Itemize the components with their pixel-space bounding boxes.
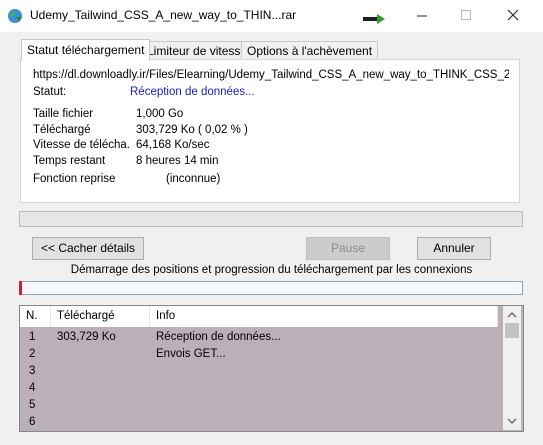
scrollbar-thumb[interactable] xyxy=(505,323,519,338)
cancel-button[interactable]: Annuler xyxy=(417,237,491,260)
tab-speed-limiter[interactable]: Limiteur de vitesse xyxy=(141,41,254,60)
speed-label: Vitesse de télécha. xyxy=(33,139,130,151)
globe-download-icon xyxy=(7,8,23,24)
close-button[interactable] xyxy=(496,4,530,28)
list-item[interactable]: 1 303,729 Ko Réception de données... xyxy=(20,330,498,347)
maximize-button[interactable] xyxy=(448,4,482,28)
downloaded-value: 303,729 Ko ( 0,02 % ) xyxy=(136,124,248,136)
row-info: Réception de données... xyxy=(156,331,281,343)
list-item[interactable]: 6 xyxy=(20,415,498,432)
connections-label: Démarrage des positions et progression d… xyxy=(70,264,473,276)
list-item[interactable]: 3 xyxy=(20,364,498,381)
list-item[interactable]: 4 xyxy=(20,381,498,398)
resume-value: (inconnue) xyxy=(166,173,221,185)
time-left-value: 8 heures 14 min xyxy=(136,155,219,167)
row-info: Envois GET... xyxy=(156,348,226,360)
status-label: Statut: xyxy=(33,86,67,98)
row-number: 4 xyxy=(29,382,36,394)
green-arrow-icon xyxy=(363,13,385,24)
column-header-number[interactable]: N. xyxy=(20,306,51,327)
hide-details-button[interactable]: << Cacher détails xyxy=(32,237,144,260)
row-number: 6 xyxy=(29,416,36,428)
downloaded-label: Téléchargé xyxy=(33,124,91,136)
list-item[interactable]: 5 xyxy=(20,398,498,415)
file-size-label: Taille fichier xyxy=(33,108,94,120)
resume-label: Fonction reprise xyxy=(33,173,116,185)
download-url: https://dl.downloadly.ir/Files/Elearning… xyxy=(33,69,509,81)
row-number: 5 xyxy=(29,399,36,411)
speed-value: 64,168 Ko/sec xyxy=(136,139,210,151)
download-progress-bar xyxy=(19,211,523,227)
row-number: 2 xyxy=(29,348,36,360)
minimize-button[interactable] xyxy=(405,4,439,28)
pause-button[interactable]: Pause xyxy=(306,237,390,260)
tab-download-status[interactable]: Statut téléchargement xyxy=(21,39,151,61)
list-item[interactable]: 2 Envois GET... xyxy=(20,347,498,364)
tab-completion-options[interactable]: Options à l'achèvement xyxy=(241,41,379,60)
scroll-down-arrow-icon[interactable] xyxy=(503,413,521,430)
window-title: Udemy_Tailwind_CSS_A_new_way_to_THIN...r… xyxy=(30,8,297,22)
column-header-downloaded[interactable]: Téléchargé xyxy=(51,306,150,327)
row-downloaded: 303,729 Ko xyxy=(57,331,116,343)
connections-progress-bar xyxy=(19,281,523,295)
scroll-up-arrow-icon[interactable] xyxy=(503,306,521,323)
row-number: 1 xyxy=(29,331,36,343)
connection-progress-marker xyxy=(19,281,22,295)
column-header-info[interactable]: Info xyxy=(150,306,498,327)
row-number: 3 xyxy=(29,365,36,377)
file-size-value: 1,000 Go xyxy=(136,108,184,120)
time-left-label: Temps restant xyxy=(33,155,106,167)
status-value: Réception de données... xyxy=(130,86,255,98)
